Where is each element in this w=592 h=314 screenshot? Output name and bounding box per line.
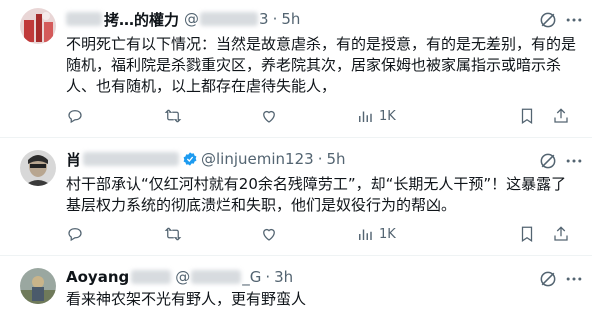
share-icon xyxy=(554,108,568,123)
like-icon xyxy=(263,228,275,241)
tweet-text: 看来神农架不光有野人，更有野蛮人 xyxy=(66,290,307,308)
separator-dot: · xyxy=(265,268,271,286)
display-name[interactable]: Aoyang xyxy=(66,268,129,286)
blurred-name xyxy=(131,270,172,284)
handle[interactable]: @ xyxy=(175,268,190,286)
share-icon xyxy=(554,226,568,241)
reply-button[interactable] xyxy=(66,224,84,244)
bookmark-icon xyxy=(521,108,533,124)
more-icon[interactable] xyxy=(564,10,584,30)
blurred-handle xyxy=(191,270,242,284)
more-icon[interactable] xyxy=(564,151,584,171)
views-button[interactable]: 1K xyxy=(356,224,396,244)
display-name[interactable]: 拷…的權力 xyxy=(104,9,179,30)
verified-badge-icon xyxy=(183,152,197,166)
reply-button[interactable] xyxy=(66,106,84,126)
retweet-icon xyxy=(164,227,182,241)
avatar[interactable] xyxy=(20,8,56,44)
views-count: 1K xyxy=(379,108,396,124)
share-button[interactable] xyxy=(552,224,570,244)
views-icon xyxy=(359,111,372,122)
handle[interactable]: @ xyxy=(184,10,199,28)
views-button[interactable]: 1K xyxy=(356,106,396,126)
timestamp[interactable]: 5h xyxy=(326,150,345,168)
blurred-name xyxy=(83,152,180,166)
reply-icon xyxy=(68,110,82,124)
avatar[interactable] xyxy=(20,150,56,186)
reply-icon xyxy=(68,228,82,242)
tweet-header: Aoyang @ _G · 3h xyxy=(66,267,293,287)
tweet-text: 不明死亡有以下情况：当然是故意虐杀，有的是授意，有的是无差别，有的是随机，福利院… xyxy=(66,35,577,95)
separator-dot: · xyxy=(317,150,323,168)
tweet-2[interactable]: 肖 @linjuemin123 · 5h 村干部承认“仅红河村就有20余名残障劳… xyxy=(0,138,592,262)
timestamp[interactable]: 5h xyxy=(281,10,300,28)
bookmark-icon xyxy=(521,226,533,242)
like-icon xyxy=(263,110,275,123)
mute-icon[interactable] xyxy=(538,151,558,171)
blurred-name-prefix xyxy=(66,12,102,26)
display-name[interactable]: 肖 xyxy=(66,149,81,170)
retweet-button[interactable] xyxy=(164,224,182,244)
tweet-1[interactable]: 拷…的權力 @ 3 · 5h 不明死亡有以下情况：当然是故意虐杀，有的是授意，有… xyxy=(0,0,592,136)
handle-tail: _G xyxy=(242,268,262,286)
mute-icon[interactable] xyxy=(538,269,558,289)
more-icon[interactable] xyxy=(564,269,584,289)
blurred-handle xyxy=(200,12,259,26)
views-count: 1K xyxy=(379,226,396,242)
separator-dot: · xyxy=(272,10,278,28)
handle-tail: 3 xyxy=(259,10,269,28)
mute-icon[interactable] xyxy=(538,10,558,30)
timestamp[interactable]: 3h xyxy=(274,268,293,286)
views-icon xyxy=(359,229,372,240)
action-bar: 1K xyxy=(66,106,586,126)
avatar[interactable] xyxy=(20,268,56,304)
bookmark-button[interactable] xyxy=(518,224,536,244)
tweet-3[interactable]: Aoyang @ _G · 3h 看来神农架不光有野人，更有野蛮人 xyxy=(0,256,592,314)
action-bar: 1K xyxy=(66,224,586,244)
bookmark-button[interactable] xyxy=(518,106,536,126)
share-button[interactable] xyxy=(552,106,570,126)
retweet-icon xyxy=(164,109,182,123)
reply-feed: 拷…的權力 @ 3 · 5h 不明死亡有以下情况：当然是故意虐杀，有的是授意，有… xyxy=(0,0,592,314)
tweet-text: 村干部承认“仅红河村就有20余名残障劳工”，却“长期无人干预”！这暴露了基层权力… xyxy=(66,175,567,214)
tweet-header: 拷…的權力 @ 3 · 5h xyxy=(66,9,300,29)
like-button[interactable] xyxy=(260,106,278,126)
tweet-header: 肖 @linjuemin123 · 5h xyxy=(66,149,346,169)
handle[interactable]: @linjuemin123 xyxy=(201,150,314,168)
retweet-button[interactable] xyxy=(164,106,182,126)
like-button[interactable] xyxy=(260,224,278,244)
